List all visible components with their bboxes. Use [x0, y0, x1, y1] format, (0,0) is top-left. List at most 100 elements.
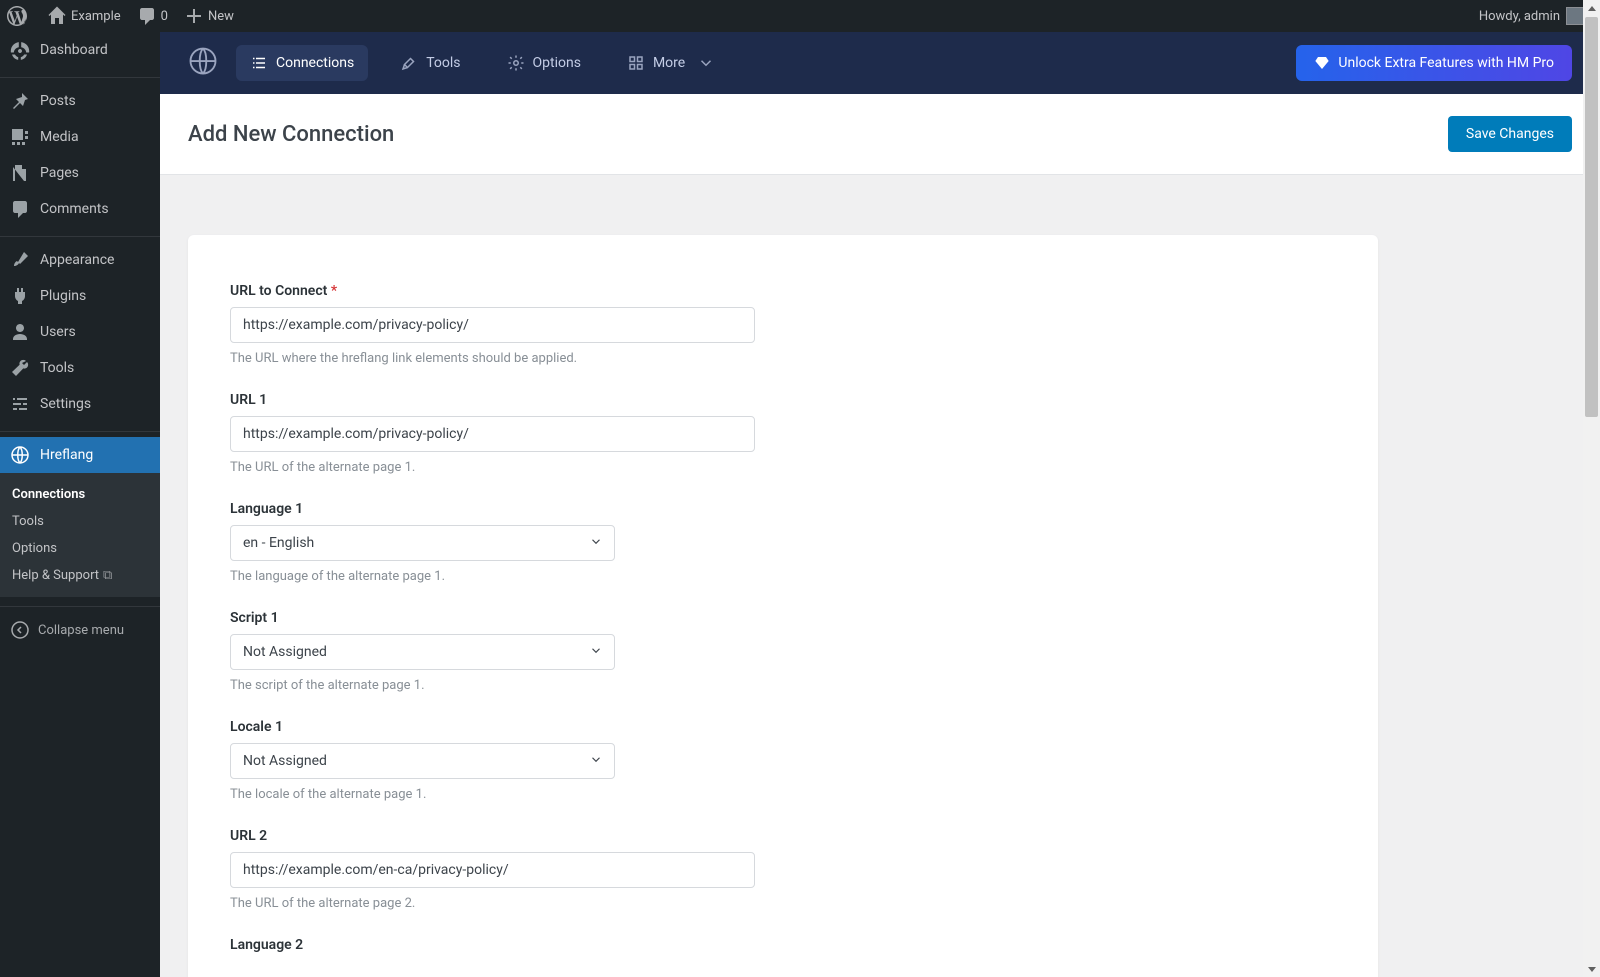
- sidebar-label-appearance: Appearance: [40, 252, 114, 268]
- browser-scrollbar[interactable]: [1583, 0, 1600, 977]
- new-link[interactable]: New: [176, 0, 242, 32]
- select-language1[interactable]: [230, 525, 615, 561]
- plus-icon: [184, 6, 204, 26]
- user-icon: [10, 322, 30, 342]
- label-url1: URL 1: [230, 392, 1336, 408]
- field-url1: URL 1 The URL of the alternate page 1.: [230, 392, 1336, 475]
- sidebar-item-pages[interactable]: Pages: [0, 155, 160, 191]
- collapse-label: Collapse menu: [38, 623, 124, 638]
- new-label: New: [208, 9, 234, 24]
- separator: [0, 73, 160, 78]
- help-script1: The script of the alternate page 1.: [230, 678, 1336, 693]
- diamond-icon: [1314, 55, 1330, 71]
- submenu-help-label: Help & Support: [12, 568, 99, 583]
- submenu-connections[interactable]: Connections: [0, 481, 160, 508]
- sidebar-label-dashboard: Dashboard: [40, 42, 108, 58]
- scroll-thumb[interactable]: [1585, 17, 1598, 417]
- label-url-to-connect: URL to Connect *: [230, 283, 1336, 299]
- viewport: Example 0 New Howdy, admin Dashboard: [0, 0, 1600, 977]
- sidebar-item-appearance[interactable]: Appearance: [0, 242, 160, 278]
- input-url-to-connect[interactable]: [230, 307, 755, 343]
- form-card: URL to Connect * The URL where the hrefl…: [188, 235, 1378, 977]
- pages-icon: [10, 163, 30, 183]
- field-language1: Language 1 The language of the alternate…: [230, 501, 1336, 584]
- unlock-pro-button[interactable]: Unlock Extra Features with HM Pro: [1296, 45, 1572, 81]
- sidebar-label-media: Media: [40, 129, 79, 145]
- pin-icon: [10, 91, 30, 111]
- comments-link[interactable]: 0: [129, 0, 176, 32]
- label-language2: Language 2: [230, 937, 1336, 953]
- label-script1: Script 1: [230, 610, 1336, 626]
- account-link[interactable]: Howdy, admin: [1471, 0, 1592, 32]
- plugin-logo: [188, 46, 218, 80]
- help-locale1: The locale of the alternate page 1.: [230, 787, 1336, 802]
- globe-icon: [188, 46, 218, 76]
- collapse-menu[interactable]: Collapse menu: [0, 612, 160, 648]
- sidebar-label-tools: Tools: [40, 360, 74, 376]
- howdy-text: Howdy, admin: [1479, 9, 1560, 24]
- field-url-to-connect: URL to Connect * The URL where the hrefl…: [230, 283, 1336, 366]
- submenu-tools[interactable]: Tools: [0, 508, 160, 535]
- page-header: Add New Connection Save Changes: [160, 94, 1600, 175]
- external-icon: ⧉: [103, 568, 112, 583]
- sidebar-item-tools[interactable]: Tools: [0, 350, 160, 386]
- input-url1[interactable]: [230, 416, 755, 452]
- admin-sidebar: Dashboard Posts Media Pages Comments: [0, 32, 160, 977]
- wp-logo[interactable]: [0, 0, 39, 32]
- grid-icon: [627, 54, 645, 72]
- sidebar-item-plugins[interactable]: Plugins: [0, 278, 160, 314]
- save-button[interactable]: Save Changes: [1448, 116, 1572, 152]
- separator: [0, 602, 160, 607]
- site-name-link[interactable]: Example: [39, 0, 129, 32]
- scroll-down-button[interactable]: [1583, 960, 1600, 977]
- sidebar-item-settings[interactable]: Settings: [0, 386, 160, 422]
- sidebar-item-comments[interactable]: Comments: [0, 191, 160, 227]
- sidebar-label-hreflang: Hreflang: [40, 447, 93, 463]
- comments-icon: [10, 199, 30, 219]
- sidebar-label-comments: Comments: [40, 201, 109, 217]
- field-script1: Script 1 The script of the alternate pag…: [230, 610, 1336, 693]
- sidebar-item-posts[interactable]: Posts: [0, 83, 160, 119]
- chevron-down-icon: [697, 54, 715, 72]
- label-locale1: Locale 1: [230, 719, 1336, 735]
- tab-options[interactable]: Options: [493, 45, 595, 81]
- select-script1[interactable]: [230, 634, 615, 670]
- sliders-icon: [10, 394, 30, 414]
- tab-more[interactable]: More: [613, 45, 729, 81]
- tab-more-label: More: [653, 55, 685, 71]
- comments-count: 0: [161, 9, 168, 24]
- page-title: Add New Connection: [188, 122, 394, 147]
- sidebar-item-dashboard[interactable]: Dashboard: [0, 32, 160, 68]
- label-url2: URL 2: [230, 828, 1336, 844]
- tab-tools[interactable]: Tools: [386, 45, 474, 81]
- separator: [0, 232, 160, 237]
- tab-tools-label: Tools: [426, 55, 460, 71]
- globe-icon: [10, 445, 30, 465]
- submenu-help[interactable]: Help & Support ⧉: [0, 562, 160, 589]
- select-locale1[interactable]: [230, 743, 615, 779]
- brush-icon: [10, 250, 30, 270]
- wordpress-icon: [7, 6, 27, 26]
- sidebar-item-media[interactable]: Media: [0, 119, 160, 155]
- tab-connections[interactable]: Connections: [236, 45, 368, 81]
- field-locale1: Locale 1 The locale of the alternate pag…: [230, 719, 1336, 802]
- form-scroll[interactable]: URL to Connect * The URL where the hrefl…: [160, 175, 1600, 977]
- sidebar-label-posts: Posts: [40, 93, 76, 109]
- input-url2[interactable]: [230, 852, 755, 888]
- unlock-label: Unlock Extra Features with HM Pro: [1338, 55, 1554, 71]
- submenu-options[interactable]: Options: [0, 535, 160, 562]
- tab-connections-label: Connections: [276, 55, 354, 71]
- sidebar-item-hreflang[interactable]: Hreflang: [0, 437, 160, 473]
- field-url2: URL 2 The URL of the alternate page 2.: [230, 828, 1336, 911]
- help-url-to-connect: The URL where the hreflang link elements…: [230, 351, 1336, 366]
- list-icon: [250, 54, 268, 72]
- dashboard-icon: [10, 40, 30, 60]
- plug-icon: [10, 286, 30, 306]
- content-area: Connections Tools Options More: [160, 32, 1600, 977]
- tab-options-label: Options: [533, 55, 581, 71]
- site-name: Example: [71, 9, 121, 24]
- collapse-icon: [10, 620, 30, 640]
- scroll-up-button[interactable]: [1583, 0, 1600, 17]
- avatar: [1566, 7, 1584, 25]
- sidebar-item-users[interactable]: Users: [0, 314, 160, 350]
